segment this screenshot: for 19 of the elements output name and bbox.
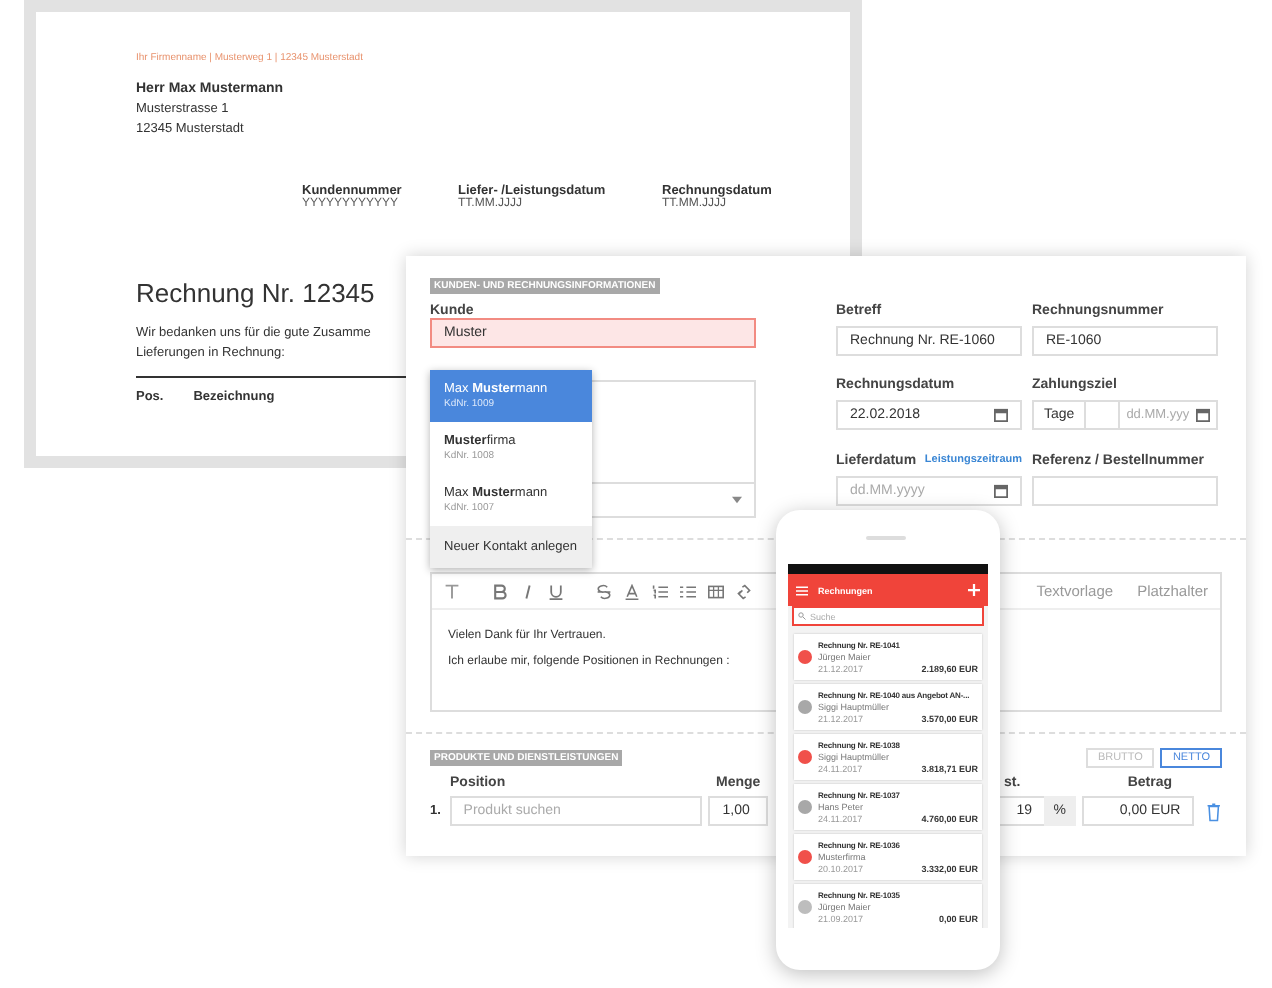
invoice-heading: Rechnung Nr. 12345 <box>136 278 375 308</box>
calendar-icon <box>994 483 1008 498</box>
table-icon[interactable] <box>708 583 724 599</box>
link-icon[interactable] <box>736 583 752 599</box>
text-color-icon[interactable] <box>624 583 640 599</box>
text-field[interactable] <box>1032 475 1218 506</box>
text-style-icon[interactable] <box>444 583 460 599</box>
plus-icon[interactable] <box>968 584 980 596</box>
menu-icon[interactable] <box>796 585 808 595</box>
underline-icon[interactable] <box>548 583 564 599</box>
numbered-list-icon[interactable] <box>652 583 668 599</box>
caret-icon <box>732 496 742 504</box>
search-icon <box>798 612 806 620</box>
calendar-icon <box>994 408 1008 423</box>
trash-icon[interactable] <box>1206 801 1222 821</box>
bullet-list-icon[interactable] <box>680 583 696 599</box>
italic-icon[interactable] <box>520 583 536 599</box>
bold-icon[interactable] <box>492 583 508 599</box>
strikethrough-icon[interactable] <box>596 583 612 599</box>
